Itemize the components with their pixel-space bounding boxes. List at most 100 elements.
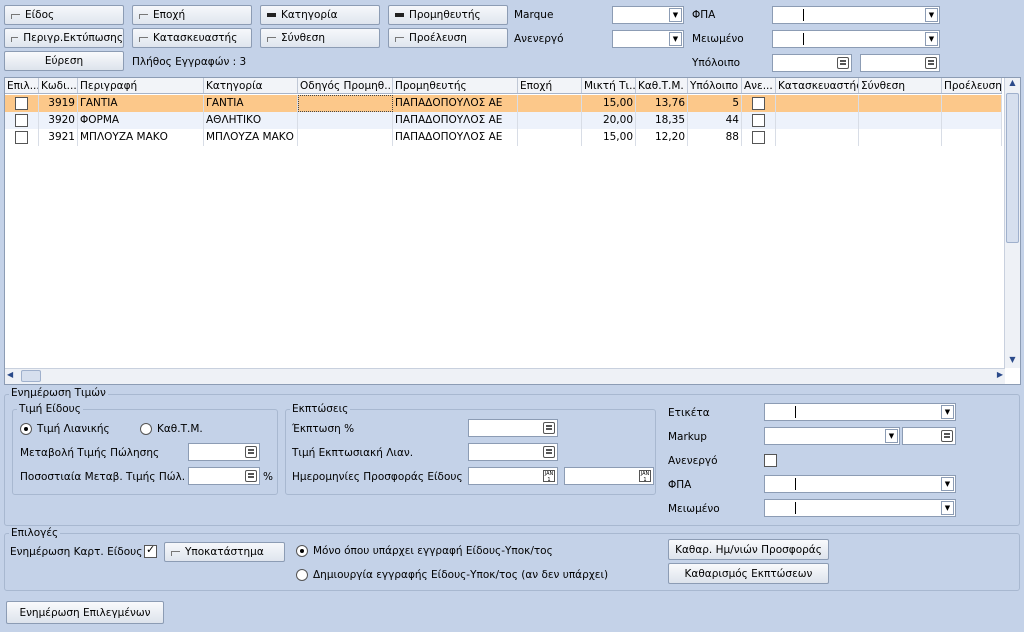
- vat-select[interactable]: ▼: [764, 475, 956, 493]
- col-header-code[interactable]: Κωδι...: [39, 78, 78, 93]
- col-header-description[interactable]: Περιγραφή: [78, 78, 204, 93]
- chevron-down-icon[interactable]: ▼: [669, 8, 682, 22]
- discount-pct-input[interactable]: [468, 419, 558, 437]
- calculator-icon[interactable]: [925, 57, 937, 69]
- discount-price-input[interactable]: [468, 443, 558, 461]
- filter-supplier-button[interactable]: Προμηθευτής: [388, 5, 508, 25]
- chevron-down-icon[interactable]: ▼: [941, 501, 954, 515]
- clear-offer-dates-button[interactable]: Καθαρ. Ημ/νιών Προσφοράς: [668, 539, 829, 560]
- marque-select[interactable]: ▼: [612, 6, 684, 24]
- chevron-down-icon[interactable]: ▼: [941, 405, 954, 419]
- branch-button[interactable]: Υποκατάστημα: [164, 542, 285, 562]
- inactive-checkbox[interactable]: [752, 114, 765, 127]
- col-header-origin[interactable]: Προέλευση: [942, 78, 1002, 93]
- markup-select[interactable]: ▼: [764, 427, 900, 445]
- update-card-checkbox[interactable]: [144, 543, 157, 558]
- col-header-supplier[interactable]: Προμηθευτής: [393, 78, 518, 93]
- price-change-input[interactable]: [188, 443, 260, 461]
- filter-composition-button[interactable]: Σύνθεση: [260, 28, 380, 48]
- markup-input[interactable]: [902, 427, 956, 445]
- col-header-inactive[interactable]: Ανε...: [742, 78, 776, 93]
- pct-change-input[interactable]: [188, 467, 260, 485]
- col-header-category[interactable]: Κατηγορία: [204, 78, 298, 93]
- table-row[interactable]: 3919 ΓΑΝΤΙΑ ΓΑΝΤΙΑ ΠΑΠΑΔΟΠΟΥΛΟΣ ΑΕ 15,00…: [5, 95, 1002, 112]
- col-header-season[interactable]: Εποχή: [518, 78, 582, 93]
- calendar-icon[interactable]: JAN 1: [639, 470, 651, 483]
- col-header-stock[interactable]: Υπόλοιπο: [688, 78, 742, 93]
- inactive-checkbox[interactable]: [752, 131, 765, 144]
- col-header-net-cost[interactable]: Καθ.Τ.Μ.: [636, 78, 688, 93]
- filter-label: Προέλευση: [409, 32, 467, 44]
- scroll-up-icon[interactable]: ▲: [1006, 78, 1019, 91]
- pct-change-label: Ποσοστιαία Μεταβ. Τιμής Πώλ.: [20, 471, 186, 483]
- chevron-down-icon[interactable]: ▼: [885, 429, 898, 443]
- col-header-select[interactable]: Επιλ...: [5, 78, 39, 93]
- vertical-scrollbar[interactable]: ▲ ▼: [1004, 78, 1020, 368]
- code-cell: 3919: [39, 95, 78, 112]
- inactive-cell[interactable]: [742, 95, 776, 112]
- calculator-icon[interactable]: [543, 446, 555, 458]
- chevron-down-icon[interactable]: ▼: [925, 32, 938, 46]
- retail-radio[interactable]: [20, 423, 32, 435]
- select-cell[interactable]: [5, 129, 39, 146]
- calculator-icon[interactable]: [941, 430, 953, 442]
- inactive-checkbox[interactable]: [752, 97, 765, 110]
- filter-category-button[interactable]: Κατηγορία: [260, 5, 380, 25]
- scroll-thumb[interactable]: [1006, 93, 1019, 243]
- col-header-gross-price[interactable]: Μικτή Τι...: [582, 78, 636, 93]
- chevron-down-icon[interactable]: ▼: [669, 32, 682, 46]
- remaining-from-input[interactable]: [772, 54, 852, 72]
- table-row[interactable]: 3920 ΦΟΡΜΑ ΑΘΛΗΤΙΚΟ ΠΑΠΑΔΟΠΟΥΛΟΣ ΑΕ 20,0…: [5, 112, 1002, 129]
- filter-item-button[interactable]: Είδος: [4, 5, 124, 25]
- supplier-guide-cell[interactable]: [298, 112, 393, 129]
- label-select[interactable]: ▼: [764, 403, 956, 421]
- chevron-down-icon[interactable]: ▼: [941, 477, 954, 491]
- net-cost-radio[interactable]: [140, 423, 152, 435]
- inactive-checkbox[interactable]: [764, 454, 777, 467]
- only-existing-radio[interactable]: [296, 545, 308, 557]
- vat-select[interactable]: ▼: [772, 6, 940, 24]
- filter-origin-button[interactable]: Προέλευση: [388, 28, 508, 48]
- col-header-supplier-guide[interactable]: Οδηγός Προμηθ...: [298, 78, 393, 93]
- col-header-manufacturer[interactable]: Κατασκευαστής: [776, 78, 859, 93]
- table-row[interactable]: 3921 ΜΠΛΟΥΖΑ ΜΑΚΟ ΜΠΛΟΥΖΑ ΜΑΚΟ ΠΑΠΑΔΟΠΟΥ…: [5, 129, 1002, 146]
- items-grid[interactable]: Επιλ... Κωδι... Περιγραφή Κατηγορία Οδηγ…: [4, 77, 1021, 385]
- inactive-cell[interactable]: [742, 129, 776, 146]
- toggle-indicator-icon: [267, 13, 276, 17]
- scroll-right-icon[interactable]: ▶: [997, 370, 1003, 379]
- scroll-thumb[interactable]: [21, 370, 41, 382]
- supplier-cell: ΠΑΠΑΔΟΠΟΥΛΟΣ ΑΕ: [393, 129, 518, 146]
- filter-manufacturer-button[interactable]: Κατασκευαστής: [132, 28, 252, 48]
- search-button[interactable]: Εύρεση: [4, 51, 124, 71]
- horizontal-scrollbar[interactable]: ◀ ▶: [5, 368, 1005, 384]
- chevron-down-icon[interactable]: ▼: [925, 8, 938, 22]
- update-selected-button[interactable]: Ενημέρωση Επιλεγμένων: [6, 601, 164, 624]
- calculator-icon[interactable]: [245, 470, 257, 482]
- clear-discounts-button[interactable]: Καθαρισμός Εκπτώσεων: [668, 563, 829, 584]
- inactive-select[interactable]: ▼: [612, 30, 684, 48]
- scroll-down-icon[interactable]: ▼: [1006, 355, 1019, 368]
- supplier-guide-cell[interactable]: [298, 129, 393, 146]
- select-cell[interactable]: [5, 95, 39, 112]
- filter-print-desc-button[interactable]: Περιγρ.Εκτύπωσης: [4, 28, 124, 48]
- create-record-radio[interactable]: [296, 569, 308, 581]
- reduced-select[interactable]: ▼: [764, 499, 956, 517]
- row-checkbox[interactable]: [15, 114, 28, 127]
- supplier-guide-cell[interactable]: [298, 95, 393, 112]
- offer-start-date[interactable]: JAN 1: [468, 467, 558, 485]
- select-cell[interactable]: [5, 112, 39, 129]
- offer-end-date[interactable]: JAN 1: [564, 467, 654, 485]
- filter-label: Προμηθευτής: [409, 9, 481, 21]
- row-checkbox[interactable]: [15, 97, 28, 110]
- calculator-icon[interactable]: [543, 422, 555, 434]
- col-header-composition[interactable]: Σύνθεση: [859, 78, 942, 93]
- remaining-to-input[interactable]: [860, 54, 940, 72]
- scroll-left-icon[interactable]: ◀: [7, 370, 13, 379]
- inactive-cell[interactable]: [742, 112, 776, 129]
- row-checkbox[interactable]: [15, 131, 28, 144]
- filter-season-button[interactable]: Εποχή: [132, 5, 252, 25]
- reduced-select[interactable]: ▼: [772, 30, 940, 48]
- calendar-icon[interactable]: JAN 1: [543, 470, 555, 483]
- calculator-icon[interactable]: [837, 57, 849, 69]
- calculator-icon[interactable]: [245, 446, 257, 458]
